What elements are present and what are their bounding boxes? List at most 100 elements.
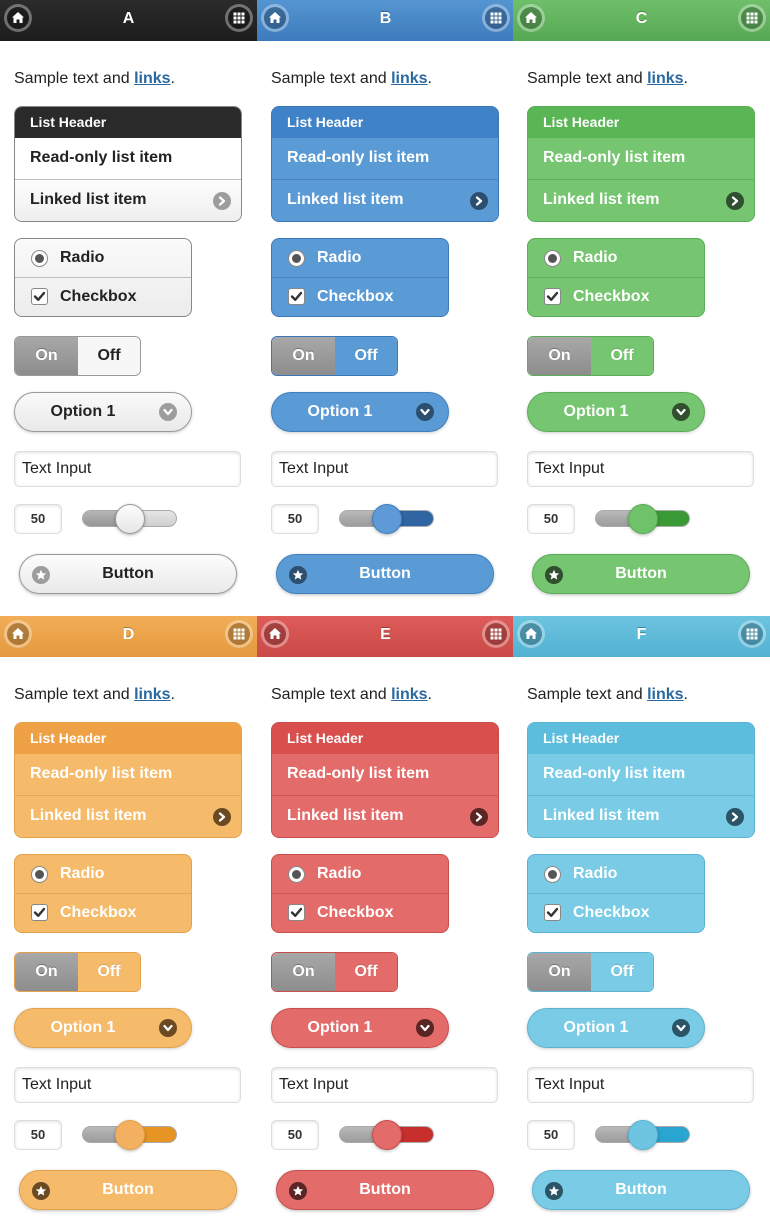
text-input[interactable]: Text Input (271, 451, 498, 487)
text-input[interactable]: Text Input (271, 1067, 498, 1103)
toggle-switch[interactable]: On Off (271, 952, 398, 992)
radio-option[interactable]: Radio (528, 239, 704, 278)
toggle-on[interactable]: On (272, 337, 335, 375)
checkbox-option[interactable]: Checkbox (528, 278, 704, 316)
toggle-off[interactable]: Off (591, 337, 653, 375)
slider-track[interactable] (595, 504, 690, 534)
checkbox-option[interactable]: Checkbox (15, 278, 191, 316)
slider-track[interactable] (82, 1120, 177, 1150)
slider-thumb[interactable] (627, 504, 658, 534)
checkbox-option[interactable]: Checkbox (272, 278, 448, 316)
slider-number-input[interactable]: 50 (14, 504, 62, 534)
grid-icon[interactable] (485, 7, 507, 29)
radio-option[interactable]: Radio (15, 855, 191, 894)
grid-icon[interactable] (741, 623, 763, 645)
primary-button[interactable]: Button (532, 1170, 750, 1210)
sample-text-label: Sample text and (271, 686, 392, 703)
toggle-switch[interactable]: On Off (14, 952, 141, 992)
checkbox-option[interactable]: Checkbox (272, 894, 448, 932)
sample-link[interactable]: links (391, 70, 427, 87)
toggle-on[interactable]: On (15, 953, 78, 991)
linked-list-item-label: Linked list item (287, 191, 404, 208)
slider-number-input[interactable]: 50 (271, 1120, 319, 1150)
home-icon[interactable] (520, 623, 542, 645)
slider-thumb[interactable] (371, 504, 402, 534)
slider-thumb[interactable] (114, 1120, 145, 1150)
slider-thumb[interactable] (114, 504, 145, 534)
linked-list-item[interactable]: Linked list item (15, 180, 241, 221)
select-menu[interactable]: Option 1 (271, 1008, 449, 1048)
header-title: E (380, 626, 391, 643)
text-input[interactable]: Text Input (14, 451, 241, 487)
list-view: List Header Read-only list item Linked lis… (14, 106, 242, 222)
slider-number-input[interactable]: 50 (527, 1120, 575, 1150)
home-icon[interactable] (7, 7, 29, 29)
sample-link[interactable]: links (134, 70, 170, 87)
linked-list-item[interactable]: Linked list item (272, 796, 498, 837)
checkbox-option[interactable]: Checkbox (15, 894, 191, 932)
grid-icon[interactable] (228, 623, 250, 645)
primary-button[interactable]: Button (276, 554, 494, 594)
slider-thumb[interactable] (371, 1120, 402, 1150)
checkbox-label: Checkbox (317, 904, 394, 921)
toggle-on[interactable]: On (15, 337, 78, 375)
toggle-on[interactable]: On (272, 953, 335, 991)
home-icon[interactable] (264, 7, 286, 29)
radio-option[interactable]: Radio (272, 239, 448, 278)
toggle-off[interactable]: Off (78, 337, 140, 375)
home-icon[interactable] (264, 623, 286, 645)
toggle-switch[interactable]: On Off (271, 336, 398, 376)
slider-number-input[interactable]: 50 (14, 1120, 62, 1150)
checkbox-option[interactable]: Checkbox (528, 894, 704, 932)
checkbox-checked-icon (288, 288, 305, 305)
slider-track[interactable] (339, 504, 434, 534)
toggle-off[interactable]: Off (78, 953, 140, 991)
slider-track[interactable] (339, 1120, 434, 1150)
radio-selected-icon (31, 250, 48, 267)
toggle-switch[interactable]: On Off (14, 336, 141, 376)
primary-button[interactable]: Button (19, 1170, 237, 1210)
primary-button[interactable]: Button (276, 1170, 494, 1210)
select-menu[interactable]: Option 1 (527, 392, 705, 432)
select-menu[interactable]: Option 1 (14, 392, 192, 432)
radio-option[interactable]: Radio (15, 239, 191, 278)
home-icon[interactable] (7, 623, 29, 645)
chevron-down-icon (672, 403, 690, 421)
grid-icon[interactable] (485, 623, 507, 645)
linked-list-item[interactable]: Linked list item (528, 796, 754, 837)
slider-track[interactable] (82, 504, 177, 534)
slider-track[interactable] (595, 1120, 690, 1150)
sample-link[interactable]: links (134, 686, 170, 703)
toggle-on[interactable]: On (528, 337, 591, 375)
home-icon[interactable] (520, 7, 542, 29)
toggle-switch[interactable]: On Off (527, 952, 654, 992)
slider-number-input[interactable]: 50 (271, 504, 319, 534)
select-menu[interactable]: Option 1 (271, 392, 449, 432)
text-input[interactable]: Text Input (527, 1067, 754, 1103)
toggle-on[interactable]: On (528, 953, 591, 991)
toggle-off[interactable]: Off (335, 953, 397, 991)
text-input[interactable]: Text Input (14, 1067, 241, 1103)
radio-option[interactable]: Radio (528, 855, 704, 894)
sample-link[interactable]: links (647, 686, 683, 703)
select-menu[interactable]: Option 1 (14, 1008, 192, 1048)
primary-button[interactable]: Button (532, 554, 750, 594)
slider-number-input[interactable]: 50 (527, 504, 575, 534)
text-input[interactable]: Text Input (527, 451, 754, 487)
sample-link[interactable]: links (391, 686, 427, 703)
toggle-off[interactable]: Off (335, 337, 397, 375)
linked-list-item[interactable]: Linked list item (272, 180, 498, 221)
linked-list-item[interactable]: Linked list item (528, 180, 754, 221)
primary-button[interactable]: Button (19, 554, 237, 594)
slider-thumb[interactable] (627, 1120, 658, 1150)
linked-list-item[interactable]: Linked list item (15, 796, 241, 837)
radio-option[interactable]: Radio (272, 855, 448, 894)
readonly-list-item-label: Read-only list item (30, 149, 173, 166)
toggle-switch[interactable]: On Off (527, 336, 654, 376)
select-menu[interactable]: Option 1 (527, 1008, 705, 1048)
sample-link[interactable]: links (647, 70, 683, 87)
toggle-off[interactable]: Off (591, 953, 653, 991)
grid-icon[interactable] (741, 7, 763, 29)
checkbox-checked-icon (544, 288, 561, 305)
grid-icon[interactable] (228, 7, 250, 29)
